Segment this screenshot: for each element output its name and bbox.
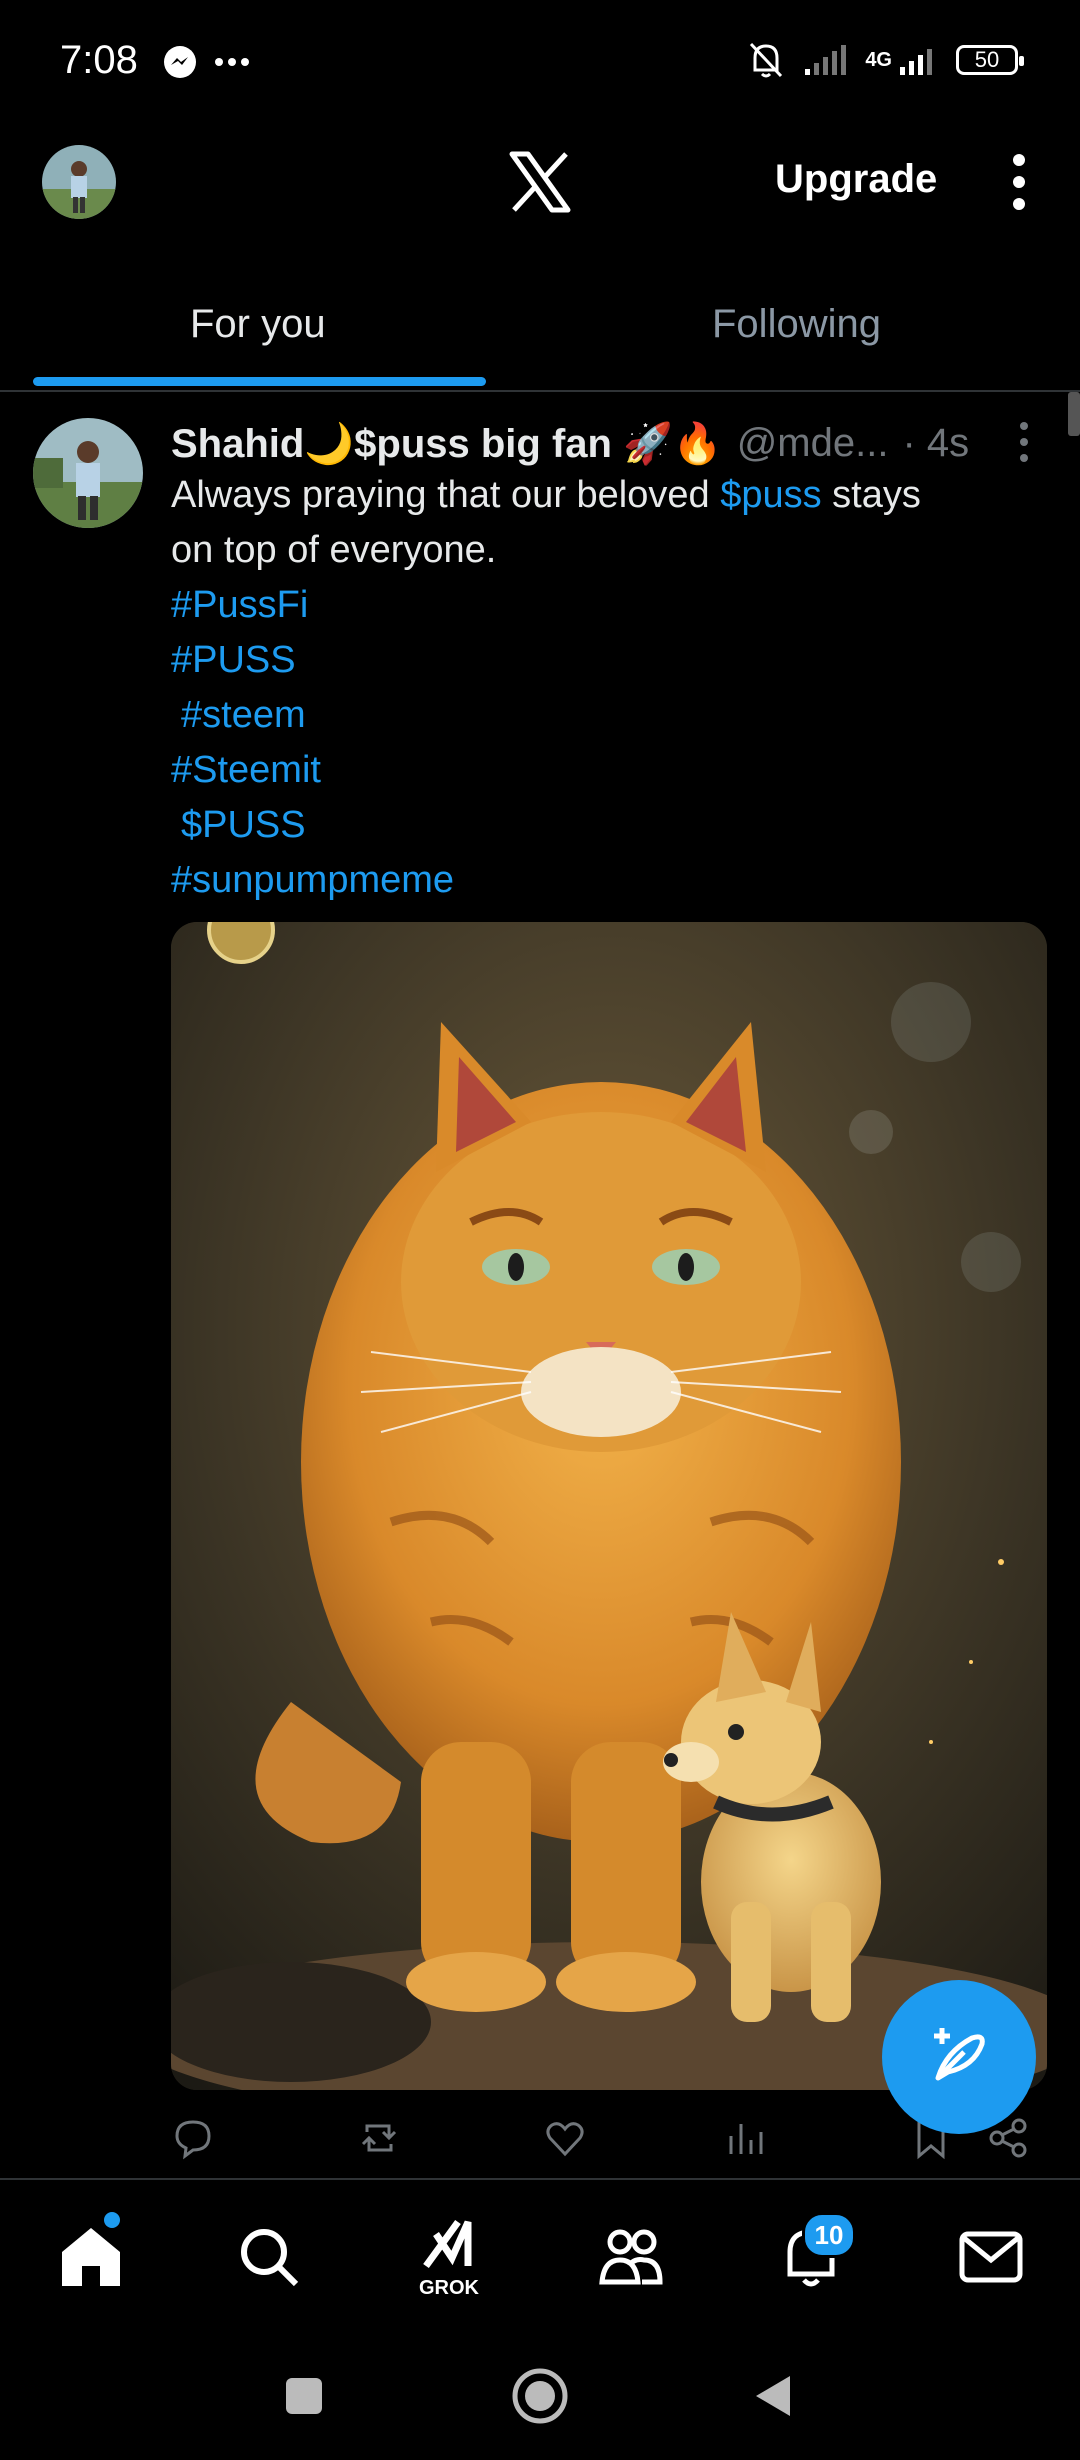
search-icon[interactable] xyxy=(234,2222,304,2292)
text-segment: Always praying that our beloved xyxy=(171,474,721,516)
views-icon[interactable] xyxy=(723,2116,767,2160)
reply-icon[interactable] xyxy=(171,2116,215,2160)
post-author-handle[interactable]: @mde... xyxy=(737,421,889,466)
x-logo-icon[interactable] xyxy=(508,150,572,214)
post-author-name[interactable]: Shahid🌙$puss big fan 🚀🔥 xyxy=(171,420,723,467)
post-text: Always praying that our beloved $puss st… xyxy=(171,468,1031,908)
home-unread-dot xyxy=(104,2212,120,2228)
status-left-icons xyxy=(162,44,250,80)
author-avatar-image xyxy=(33,418,143,528)
post-line: Always praying that our beloved $puss st… xyxy=(171,468,1031,523)
tab-following[interactable]: Following xyxy=(712,302,881,347)
profile-avatar[interactable] xyxy=(42,145,116,219)
avatar-image xyxy=(42,145,116,219)
hashtag-link[interactable]: #Steemit xyxy=(171,749,321,791)
notifications-badge: 10 xyxy=(802,2212,856,2258)
status-time: 7:08 xyxy=(60,38,138,82)
more-options-icon[interactable] xyxy=(1006,152,1032,212)
messages-envelope-icon[interactable] xyxy=(956,2222,1026,2292)
battery-level: 50 xyxy=(974,47,1000,72)
post-timestamp: · 4s xyxy=(902,420,970,465)
system-navigation-bar xyxy=(0,2330,1080,2460)
hashtag-link[interactable]: #sunpumpmeme xyxy=(171,859,454,901)
communities-icon[interactable] xyxy=(596,2222,666,2292)
post-line: #PUSS xyxy=(171,633,1031,688)
post-line: #sunpumpmeme xyxy=(171,853,1031,908)
signal-icon-2 xyxy=(900,49,932,75)
back-triangle-icon[interactable] xyxy=(752,2374,792,2418)
bottom-navigation: GROK xyxy=(0,2178,1080,2330)
grok-label: GROK xyxy=(419,2277,479,2299)
scrollbar-thumb[interactable] xyxy=(1068,392,1080,436)
cashtag-link[interactable]: $puss xyxy=(720,474,821,516)
messenger-icon xyxy=(164,46,196,78)
post-line: $PUSS xyxy=(171,798,1031,853)
post-image[interactable] xyxy=(171,922,1047,2090)
text-segment: stays xyxy=(821,474,921,516)
grok-icon xyxy=(423,2219,472,2269)
hashtag-link[interactable]: #steem xyxy=(181,694,306,736)
status-bar: 7:08 4G 50 xyxy=(0,0,1080,128)
post-line: #Steemit xyxy=(171,743,1031,798)
hashtag-link[interactable]: #PussFi xyxy=(171,584,308,626)
post-line: #PussFi xyxy=(171,578,1031,633)
home-circle-icon[interactable] xyxy=(510,2366,570,2426)
recents-square-icon[interactable] xyxy=(284,2376,324,2416)
network-type: 4G xyxy=(865,48,892,71)
post-line: on top of everyone. xyxy=(171,523,1031,578)
cashtag-link[interactable]: $PUSS xyxy=(181,804,306,846)
tab-for-you[interactable]: For you xyxy=(190,302,326,347)
active-tab-indicator xyxy=(33,377,486,386)
mute-bell-icon xyxy=(750,42,783,78)
like-icon[interactable] xyxy=(543,2116,587,2160)
post-header: Shahid🌙$puss big fan 🚀🔥 @mde... · 4s xyxy=(171,418,969,468)
post-line: #steem xyxy=(171,688,1031,743)
text-segment: on top of everyone. xyxy=(171,529,497,571)
post-author-avatar[interactable] xyxy=(33,418,143,528)
compose-post-button[interactable] xyxy=(882,1980,1036,2134)
status-right-icons: 4G 50 xyxy=(747,40,1024,80)
home-icon[interactable] xyxy=(56,2222,126,2292)
post-actions xyxy=(171,2116,1031,2166)
compose-feather-icon xyxy=(934,2028,985,2081)
timeline-tabs: For you Following xyxy=(0,262,1080,392)
signal-icon xyxy=(805,45,847,75)
battery-indicator: 50 xyxy=(956,45,1024,75)
cat-and-puppy-illustration xyxy=(171,922,1047,2090)
repost-icon[interactable] xyxy=(357,2116,401,2160)
hashtag-link[interactable]: #PUSS xyxy=(171,639,296,681)
grok-nav-item[interactable]: GROK xyxy=(414,2218,484,2300)
more-notifications-icon xyxy=(215,58,249,66)
upgrade-button[interactable]: Upgrade xyxy=(775,157,937,202)
post-more-icon[interactable] xyxy=(1016,420,1032,464)
